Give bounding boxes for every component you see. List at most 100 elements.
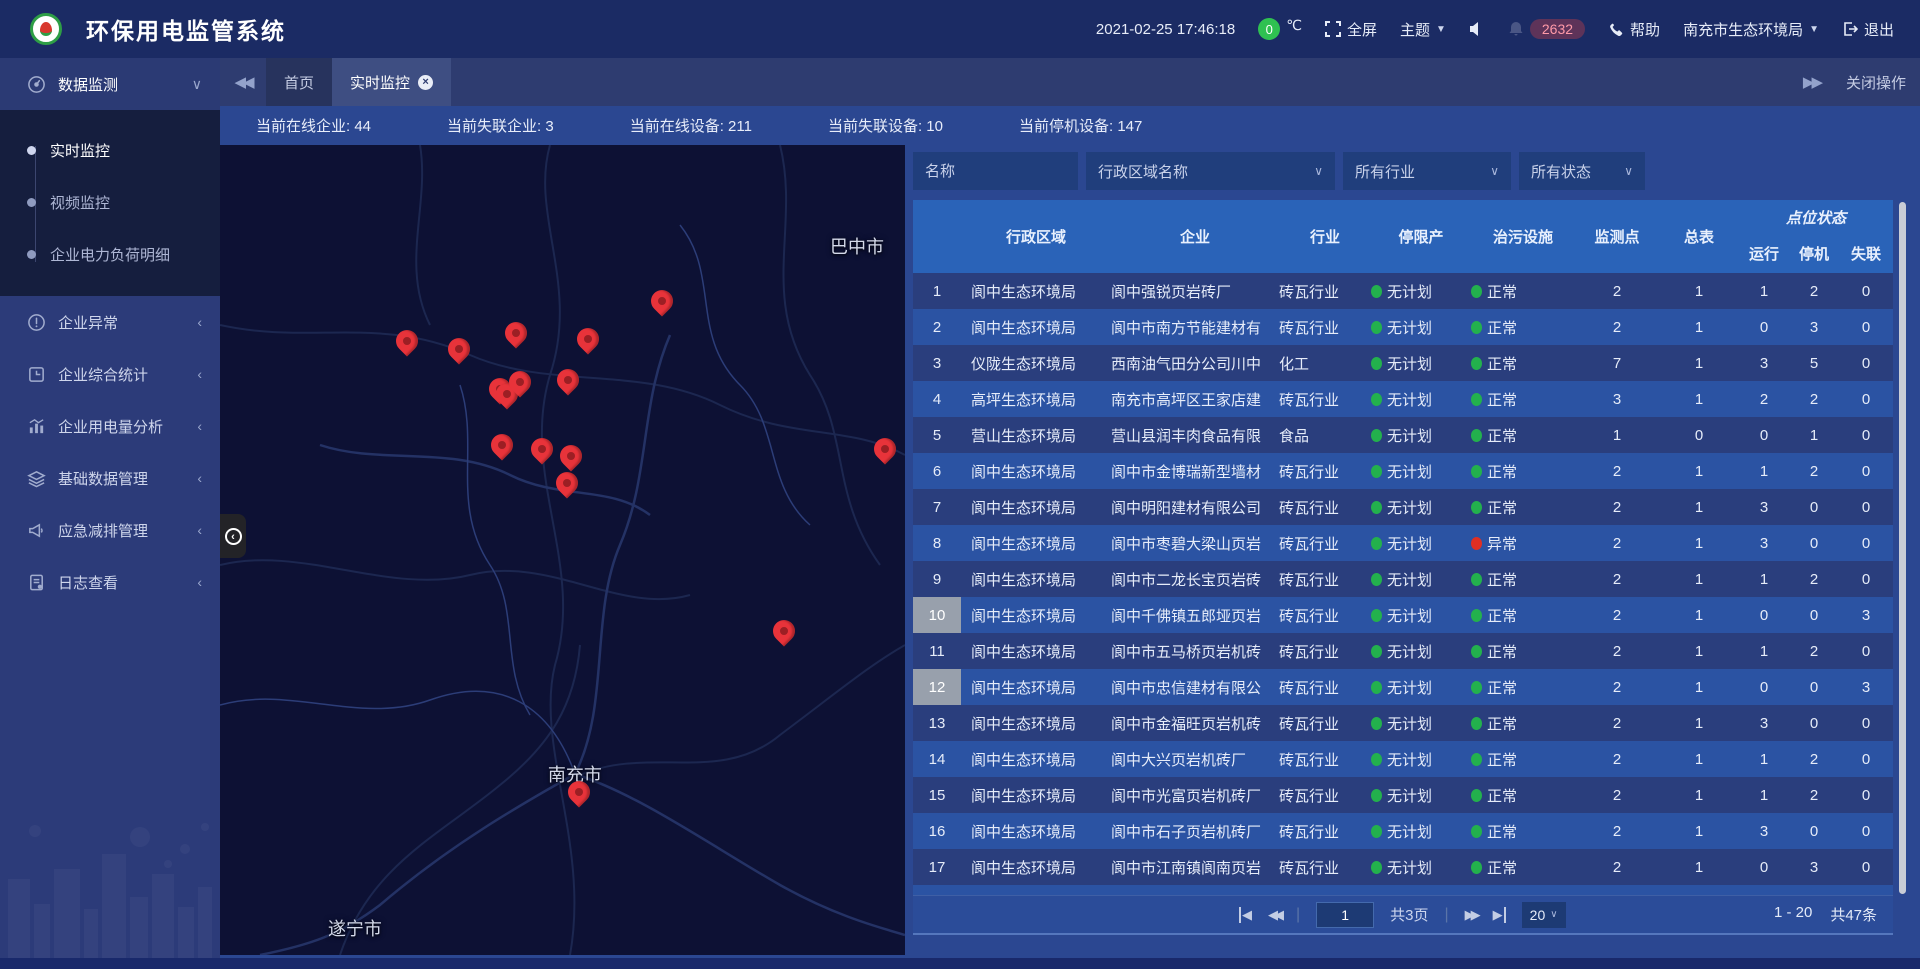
table-row[interactable]: 14 阆中生态环境局 阆中大兴页岩机砖厂 砖瓦行业 无计划 正常 2 1 1 2… [913,741,1893,777]
sidebar-item-label: 实时监控 [50,140,110,161]
table-row[interactable]: 8 阆中生态环境局 阆中市枣碧大梁山页岩 砖瓦行业 无计划 异常 2 1 3 0… [913,525,1893,561]
cell-company: 阆中市二龙长宝页岩砖 [1111,561,1279,597]
table-row[interactable]: 5 营山生态环境局 营山县润丰肉食品有限 食品 无计划 正常 1 0 0 1 0 [913,417,1893,453]
sidebar-item[interactable]: 视频监控 [0,176,220,228]
table-row[interactable]: 12 阆中生态环境局 阆中市忠信建材有限公 砖瓦行业 无计划 正常 2 1 0 … [913,669,1893,705]
cell-total-meters: 1 [1659,309,1739,345]
cell-running: 0 [1739,885,1789,895]
cell-industry: 砖瓦行业 [1279,597,1371,633]
notification-button[interactable]: 2632 [1508,19,1585,39]
map-collapse-handle[interactable]: ‹ [220,514,246,558]
stat-当前停机设备: 当前停机设备: 147 [1019,115,1142,136]
table-row[interactable]: 4 高坪生态环境局 南充市高坪区王家店建 砖瓦行业 无计划 正常 3 1 2 2… [913,381,1893,417]
status-dot-icon [1471,357,1482,370]
cell-monitor-points: 2 [1575,885,1659,895]
theme-button[interactable]: 主题▼ [1400,19,1446,40]
bell-icon [1508,21,1524,37]
table-row[interactable]: 15 阆中生态环境局 阆中市光富页岩机砖厂 砖瓦行业 无计划 正常 2 1 1 … [913,777,1893,813]
tab-label: 实时监控 [350,72,410,93]
page-number-input[interactable] [1316,902,1374,928]
cell-industry: 砖瓦行业 [1279,633,1371,669]
cell-industry: 砖瓦行业 [1279,561,1371,597]
table-row[interactable]: 16 阆中生态环境局 阆中市石子页岩机砖厂 砖瓦行业 无计划 正常 2 1 3 … [913,813,1893,849]
chart-icon [27,417,46,436]
cell-stopped: 3 [1789,849,1839,885]
cell-disconnected: 0 [1839,489,1893,525]
org-menu[interactable]: 南充市生态环境局▼ [1683,19,1819,40]
cell-production-limit: 无计划 [1371,633,1471,669]
status-dot-icon [1371,285,1382,298]
cell-disconnected: 0 [1839,525,1893,561]
sidebar-group-2[interactable]: 企业综合统计‹ [0,348,220,400]
table-row[interactable]: 18 南部生态环境局 南部县利华山沙有限公 建材行业 无计划 正常 2 1 0 … [913,885,1893,895]
cell-production-limit: 无计划 [1371,561,1471,597]
sidebar-group-3[interactable]: 企业用电量分析‹ [0,400,220,452]
tabs-scroll-right-button[interactable]: ▶▶ [1803,73,1820,91]
cell-disconnected: 0 [1839,777,1893,813]
cell-stopped: 2 [1789,453,1839,489]
map[interactable]: 巴中市南充市遂宁市 ‹ [220,145,905,955]
city-label-巴中市: 巴中市 [830,233,884,259]
cell-stopped: 2 [1789,381,1839,417]
table-row[interactable]: 7 阆中生态环境局 阆中明阳建材有限公司 砖瓦行业 无计划 正常 2 1 3 0… [913,489,1893,525]
col-region: 行政区域 [961,200,1111,273]
table-row[interactable]: 9 阆中生态环境局 阆中市二龙长宝页岩砖 砖瓦行业 无计划 正常 2 1 1 2… [913,561,1893,597]
table-row[interactable]: 1 阆中生态环境局 阆中强锐页岩砖厂 砖瓦行业 无计划 正常 2 1 1 2 0 [913,273,1893,309]
status-dot-icon [1471,573,1482,586]
cell-facility-status: 正常 [1471,777,1575,813]
sidebar-group-1[interactable]: 企业异常‹ [0,296,220,348]
prev-page-button[interactable]: ◀◀ [1268,907,1280,923]
last-page-button[interactable]: ▶ [1493,907,1506,923]
tab-实时监控[interactable]: 实时监控 × [332,58,451,106]
tab-close-icon[interactable]: × [418,75,433,90]
table-row[interactable]: 11 阆中生态环境局 阆中市五马桥页岩机砖 砖瓦行业 无计划 正常 2 1 1 … [913,633,1893,669]
sidebar-group-5[interactable]: 应急减排管理‹ [0,504,220,556]
cell-monitor-points: 2 [1575,453,1659,489]
cell-company: 阆中市南方节能建材有 [1111,309,1279,345]
table-row[interactable]: 10 阆中生态环境局 阆中千佛镇五郎垭页岩 砖瓦行业 无计划 正常 2 1 0 … [913,597,1893,633]
table-row[interactable]: 6 阆中生态环境局 阆中市金博瑞新型墙材 砖瓦行业 无计划 正常 2 1 1 2… [913,453,1893,489]
sidebar-group-0[interactable]: 数据监测∨ [0,58,220,110]
table-row[interactable]: 17 阆中生态环境局 阆中市江南镇阆南页岩 砖瓦行业 无计划 正常 2 1 0 … [913,849,1893,885]
tabs-scroll-left-button[interactable]: ◀◀ [220,58,266,106]
cell-total-meters: 1 [1659,273,1739,309]
sound-mute-button[interactable] [1469,21,1485,37]
cell-stopped: 1 [1789,417,1839,453]
status-select[interactable]: 所有状态∨ [1519,152,1645,190]
name-search-input[interactable] [913,152,1078,190]
first-page-button[interactable]: ◀ [1239,907,1252,923]
cell-monitor-points: 2 [1575,741,1659,777]
pager-divider: | [1296,906,1300,924]
next-page-button[interactable]: ▶▶ [1465,907,1477,923]
cell-industry: 砖瓦行业 [1279,705,1371,741]
region-select[interactable]: 行政区域名称∨ [1086,152,1335,190]
tab-首页[interactable]: 首页 [266,58,332,106]
table-scrollbar[interactable] [1899,202,1906,894]
sidebar-group-4[interactable]: 基础数据管理‹ [0,452,220,504]
close-operations-button[interactable]: 关闭操作 [1846,72,1906,93]
industry-select[interactable]: 所有行业∨ [1343,152,1511,190]
col-company: 企业 [1111,200,1279,273]
page-size-select[interactable]: 20∨ [1522,902,1566,928]
cell-region: 阆中生态环境局 [961,813,1111,849]
chevron-down-icon: ∨ [192,76,202,93]
logout-button[interactable]: 退出 [1842,19,1894,40]
layers-icon [27,469,46,488]
status-dot-icon [1371,717,1382,730]
sidebar-item[interactable]: 企业电力负荷明细 [0,228,220,280]
table-row[interactable]: 3 仪陇生态环境局 西南油气田分公司川中 化工 无计划 正常 7 1 3 5 0 [913,345,1893,381]
help-button[interactable]: 帮助 [1608,19,1660,40]
cell-total-meters: 1 [1659,345,1739,381]
notification-count-badge: 2632 [1530,19,1585,39]
fullscreen-button[interactable]: 全屏 [1325,19,1377,40]
sidebar-item[interactable]: 实时监控 [0,124,220,176]
cell-stopped: 3 [1789,309,1839,345]
row-index: 18 [913,885,961,895]
cell-disconnected: 0 [1839,381,1893,417]
chevron-down-icon: ▼ [1809,24,1819,35]
table-row[interactable]: 13 阆中生态环境局 阆中市金福旺页岩机砖 砖瓦行业 无计划 正常 2 1 3 … [913,705,1893,741]
cell-running: 3 [1739,813,1789,849]
sidebar-group-6[interactable]: 日志查看‹ [0,556,220,608]
cell-total-meters: 1 [1659,813,1739,849]
table-row[interactable]: 2 阆中生态环境局 阆中市南方节能建材有 砖瓦行业 无计划 正常 2 1 0 3… [913,309,1893,345]
